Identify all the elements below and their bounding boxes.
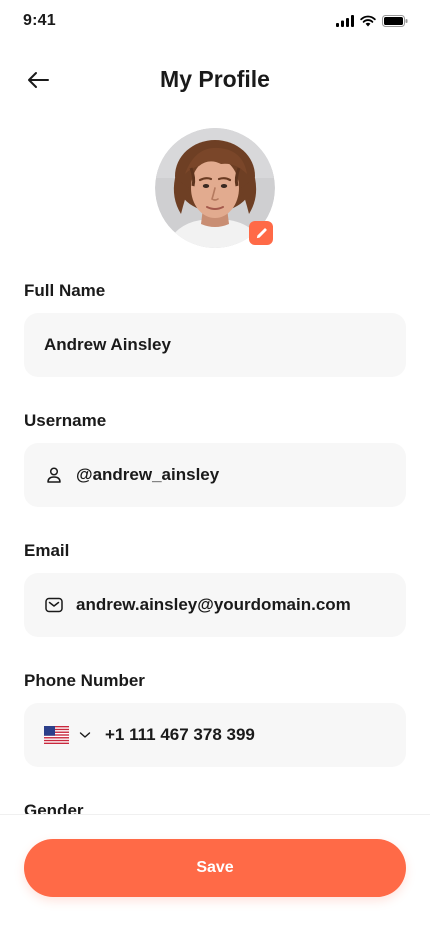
us-flag-icon: [44, 726, 69, 744]
chevron-down-icon: [79, 732, 91, 738]
phone-value: +1 111 467 378 399: [105, 725, 255, 744]
header: My Profile: [0, 60, 430, 100]
full-name-label: Full Name: [24, 281, 106, 300]
email-label: Email: [24, 541, 70, 560]
pencil-icon: [256, 227, 267, 238]
status-time: 9:41: [23, 12, 56, 29]
user-icon: [44, 465, 64, 485]
avatar-section: [155, 128, 275, 248]
username-value: @andrew_ainsley: [76, 465, 220, 484]
phone-field[interactable]: +1 111 467 378 399: [24, 703, 406, 767]
email-field[interactable]: andrew.ainsley@yourdomain.com: [24, 573, 406, 637]
page-title: My Profile: [160, 66, 270, 92]
save-button[interactable]: Save: [24, 839, 406, 897]
mail-icon: [44, 595, 64, 615]
footer: Save: [0, 814, 430, 932]
username-field[interactable]: @andrew_ainsley: [24, 443, 406, 507]
full-name-value: Andrew Ainsley: [44, 335, 171, 354]
wifi-icon: [360, 15, 376, 27]
username-label: Username: [24, 411, 107, 430]
status-icons: [336, 14, 408, 28]
battery-icon: [382, 15, 408, 27]
signal-icon: [336, 15, 354, 27]
phone-label: Phone Number: [24, 671, 145, 690]
country-selector[interactable]: [44, 726, 91, 744]
email-value: andrew.ainsley@yourdomain.com: [76, 595, 351, 614]
edit-avatar-button[interactable]: [249, 221, 273, 245]
status-bar: 9:41: [0, 0, 430, 44]
full-name-field[interactable]: Andrew Ainsley: [24, 313, 406, 377]
